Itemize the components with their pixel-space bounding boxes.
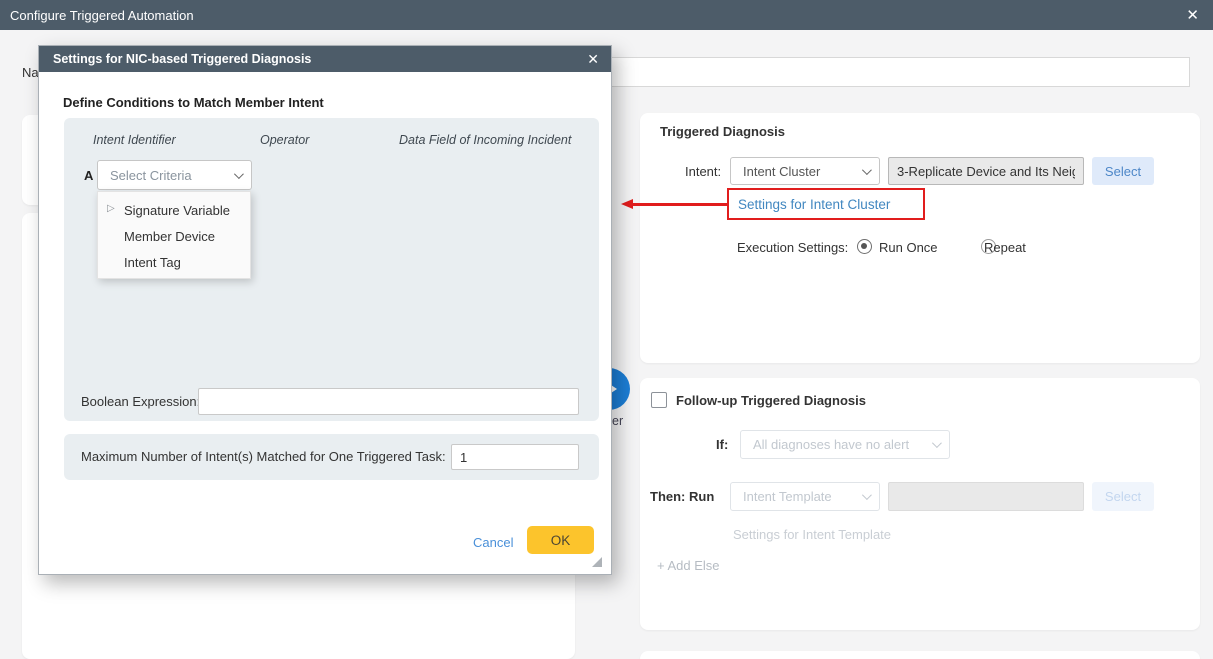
- menu-item-signature-variable[interactable]: ▷ Signature Variable: [98, 197, 250, 223]
- triggered-diagnosis-card: [640, 113, 1200, 363]
- add-else-link[interactable]: + Add Else: [657, 558, 720, 573]
- then-name-input: [888, 482, 1084, 511]
- criteria-select[interactable]: Select Criteria: [97, 160, 252, 190]
- caret-right-icon: ▷: [107, 203, 115, 214]
- then-select-button: Select: [1092, 482, 1154, 511]
- if-label: If:: [716, 437, 728, 452]
- annotation-highlight-box: [727, 188, 925, 220]
- menu-item-member-device[interactable]: Member Device: [98, 223, 250, 249]
- menu-item-intent-tag[interactable]: Intent Tag: [98, 249, 250, 275]
- window-title: Configure Triggered Automation: [10, 8, 194, 23]
- settings-modal: Settings for NIC-based Triggered Diagnos…: [38, 45, 612, 575]
- intent-type-select[interactable]: Intent Cluster: [730, 157, 880, 185]
- run-once-radio[interactable]: [857, 239, 872, 254]
- max-intents-input[interactable]: [451, 444, 579, 470]
- annotation-arrow-head-icon: [621, 199, 633, 209]
- execution-settings-label: Execution Settings:: [737, 240, 848, 255]
- chevron-down-icon: [862, 490, 872, 500]
- chevron-down-icon: [932, 438, 942, 448]
- background-card-bottom-right: [640, 651, 1200, 659]
- max-intents-panel: Maximum Number of Intent(s) Matched for …: [64, 434, 599, 480]
- menu-item-label: Intent Tag: [124, 255, 181, 270]
- modal-close-icon[interactable]: ✕: [587, 51, 599, 68]
- boolean-expression-input[interactable]: [198, 388, 579, 415]
- conditions-panel: Intent Identifier Operator Data Field of…: [64, 118, 599, 421]
- column-header-intent-identifier: Intent Identifier: [93, 133, 176, 147]
- window-titlebar: Configure Triggered Automation ✕: [0, 0, 1213, 30]
- chevron-down-icon: [862, 165, 872, 175]
- repeat-label: Repeat: [984, 240, 1026, 255]
- run-once-label: Run Once: [879, 240, 938, 255]
- intent-type-value: Intent Cluster: [743, 164, 820, 179]
- column-header-data-field: Data Field of Incoming Incident: [399, 133, 571, 147]
- modal-header: Settings for NIC-based Triggered Diagnos…: [39, 46, 611, 72]
- cancel-button[interactable]: Cancel: [473, 535, 513, 550]
- menu-item-label: Member Device: [124, 229, 215, 244]
- followup-title: Follow-up Triggered Diagnosis: [676, 393, 866, 408]
- then-run-label: Then: Run: [650, 489, 714, 504]
- annotation-arrow-line: [633, 203, 728, 206]
- modal-title: Settings for NIC-based Triggered Diagnos…: [53, 52, 311, 66]
- settings-for-intent-template-link: Settings for Intent Template: [733, 527, 891, 542]
- resize-handle-icon[interactable]: [592, 557, 602, 567]
- chevron-down-icon: [234, 169, 244, 179]
- column-header-operator: Operator: [260, 133, 309, 147]
- triggered-diagnosis-title: Triggered Diagnosis: [660, 124, 785, 139]
- followup-checkbox[interactable]: [651, 392, 667, 408]
- menu-item-label: Signature Variable: [124, 203, 230, 218]
- if-condition-value: All diagnoses have no alert: [753, 437, 909, 452]
- ok-button[interactable]: OK: [527, 526, 594, 554]
- criteria-dropdown-menu: ▷ Signature Variable Member Device Inten…: [97, 191, 251, 279]
- if-condition-select: All diagnoses have no alert: [740, 430, 950, 459]
- intent-name-input[interactable]: [888, 157, 1084, 185]
- then-type-select: Intent Template: [730, 482, 880, 511]
- criteria-placeholder: Select Criteria: [110, 168, 192, 183]
- window-close-icon[interactable]: ✕: [1182, 6, 1203, 25]
- diagram-node-label-fragment: er: [612, 414, 623, 428]
- condition-row-letter: A: [84, 168, 93, 183]
- intent-label: Intent:: [685, 164, 721, 179]
- then-type-value: Intent Template: [743, 489, 832, 504]
- boolean-expression-label: Boolean Expression:: [81, 394, 200, 409]
- intent-select-button[interactable]: Select: [1092, 157, 1154, 185]
- modal-section-title: Define Conditions to Match Member Intent: [63, 95, 324, 110]
- max-intents-label: Maximum Number of Intent(s) Matched for …: [81, 449, 446, 464]
